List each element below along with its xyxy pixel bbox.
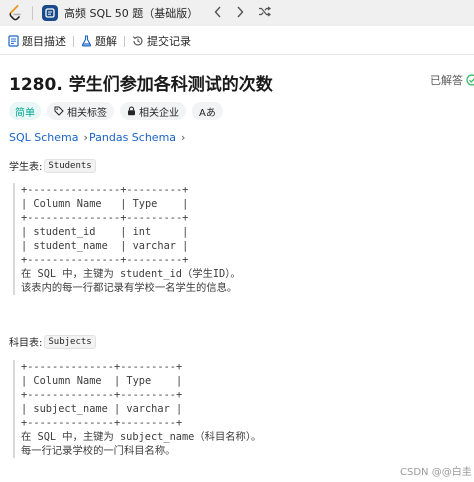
random-problem-button[interactable] xyxy=(258,6,272,20)
csdn-watermark: CSDN @@白圭 xyxy=(400,467,472,478)
description-icon xyxy=(8,35,19,47)
code-line: +--------------+---------+ xyxy=(21,417,183,429)
panel-tabs: 题目描述 题解 提交记录 xyxy=(0,30,474,52)
tab-description-label: 题目描述 xyxy=(22,35,66,48)
related-companies-button[interactable]: 相关企业 xyxy=(120,102,186,120)
chevron-right-icon: › xyxy=(181,131,186,144)
check-circle-icon xyxy=(466,74,474,86)
flask-icon xyxy=(81,35,92,47)
difficulty-badge: 简单 xyxy=(9,102,41,120)
tag-icon xyxy=(54,106,64,116)
problem-tags: 简单 相关标签 相关企业 Aあ xyxy=(9,102,229,120)
sql-schema-label: SQL Schema xyxy=(9,131,79,144)
tab-divider xyxy=(124,35,125,47)
prev-problem-button[interactable] xyxy=(214,6,222,21)
tab-divider xyxy=(73,35,74,47)
subjects-table-name: Subjects xyxy=(44,334,96,349)
code-line: 在 SQL 中，主键为 subject_name（科目名称）。 xyxy=(21,431,262,443)
problem-list-title[interactable]: 高频 SQL 50 题（基础版） xyxy=(64,5,198,21)
tab-submissions-label: 提交记录 xyxy=(147,35,191,48)
code-line: | Column Name | Type | xyxy=(21,375,183,387)
subjects-schema-block: +--------------+---------+ | Column Name… xyxy=(13,360,261,458)
code-line: 每一行记录学校的一门科目名称。 xyxy=(21,445,176,457)
students-table-name: Students xyxy=(44,158,96,173)
code-line: | Column Name | Type | xyxy=(21,198,189,210)
code-line: +--------------+---------+ xyxy=(21,361,183,373)
top-toolbar: 高频 SQL 50 题（基础版） xyxy=(0,0,474,26)
related-companies-label: 相关企业 xyxy=(139,107,179,119)
problem-title: 1280. 学生们参加各科测试的次数 xyxy=(9,75,273,95)
code-line: +--------------+---------+ xyxy=(21,389,183,401)
tab-submissions[interactable]: 提交记录 xyxy=(132,33,191,49)
code-line: | student_name | varchar | xyxy=(21,240,189,252)
leetcode-logo-icon[interactable] xyxy=(8,5,22,21)
problem-list-icon[interactable] xyxy=(42,5,58,21)
code-line: 该表内的每一行都记录有学校一名学生的信息。 xyxy=(21,282,238,294)
sql-schema-link[interactable]: SQL Schema › xyxy=(9,131,88,144)
pandas-schema-link[interactable]: Pandas Schema › xyxy=(89,131,185,144)
students-label-text: 学生表: xyxy=(9,162,43,173)
chevron-right-icon xyxy=(237,6,244,17)
related-tags-label: 相关标签 xyxy=(67,107,107,119)
students-table-label: 学生表: Students xyxy=(9,158,96,173)
font-size-button[interactable]: Aあ xyxy=(192,102,223,120)
next-problem-button[interactable] xyxy=(236,6,244,21)
related-tags-button[interactable]: 相关标签 xyxy=(47,102,114,120)
tab-solutions-label: 题解 xyxy=(95,35,117,48)
tab-divider-line xyxy=(0,54,474,55)
code-line: 在 SQL 中，主键为 student_id（学生ID）。 xyxy=(21,268,241,280)
code-line: | subject_name | varchar | xyxy=(21,403,183,415)
solved-status-label: 已解答 xyxy=(430,74,463,87)
code-line: | student_id | int | xyxy=(21,226,189,238)
pandas-schema-label: Pandas Schema xyxy=(89,131,177,144)
code-line: +---------------+---------+ xyxy=(21,254,189,266)
chevron-left-icon xyxy=(214,6,221,17)
code-line: +---------------+---------+ xyxy=(21,184,189,196)
students-schema-block: +---------------+---------+ | Column Nam… xyxy=(13,183,241,295)
code-line: +---------------+---------+ xyxy=(21,212,189,224)
history-icon xyxy=(132,35,144,47)
solved-status: 已解答 xyxy=(430,72,474,88)
shuffle-icon xyxy=(259,6,272,17)
tab-solutions[interactable]: 题解 xyxy=(81,33,117,49)
chevron-right-icon: › xyxy=(83,131,88,144)
tab-description[interactable]: 题目描述 xyxy=(8,33,66,49)
toolbar-divider xyxy=(32,6,33,20)
subjects-table-label: 科目表: Subjects xyxy=(9,334,96,349)
subjects-label-text: 科目表: xyxy=(9,338,43,349)
lock-icon xyxy=(127,106,136,116)
